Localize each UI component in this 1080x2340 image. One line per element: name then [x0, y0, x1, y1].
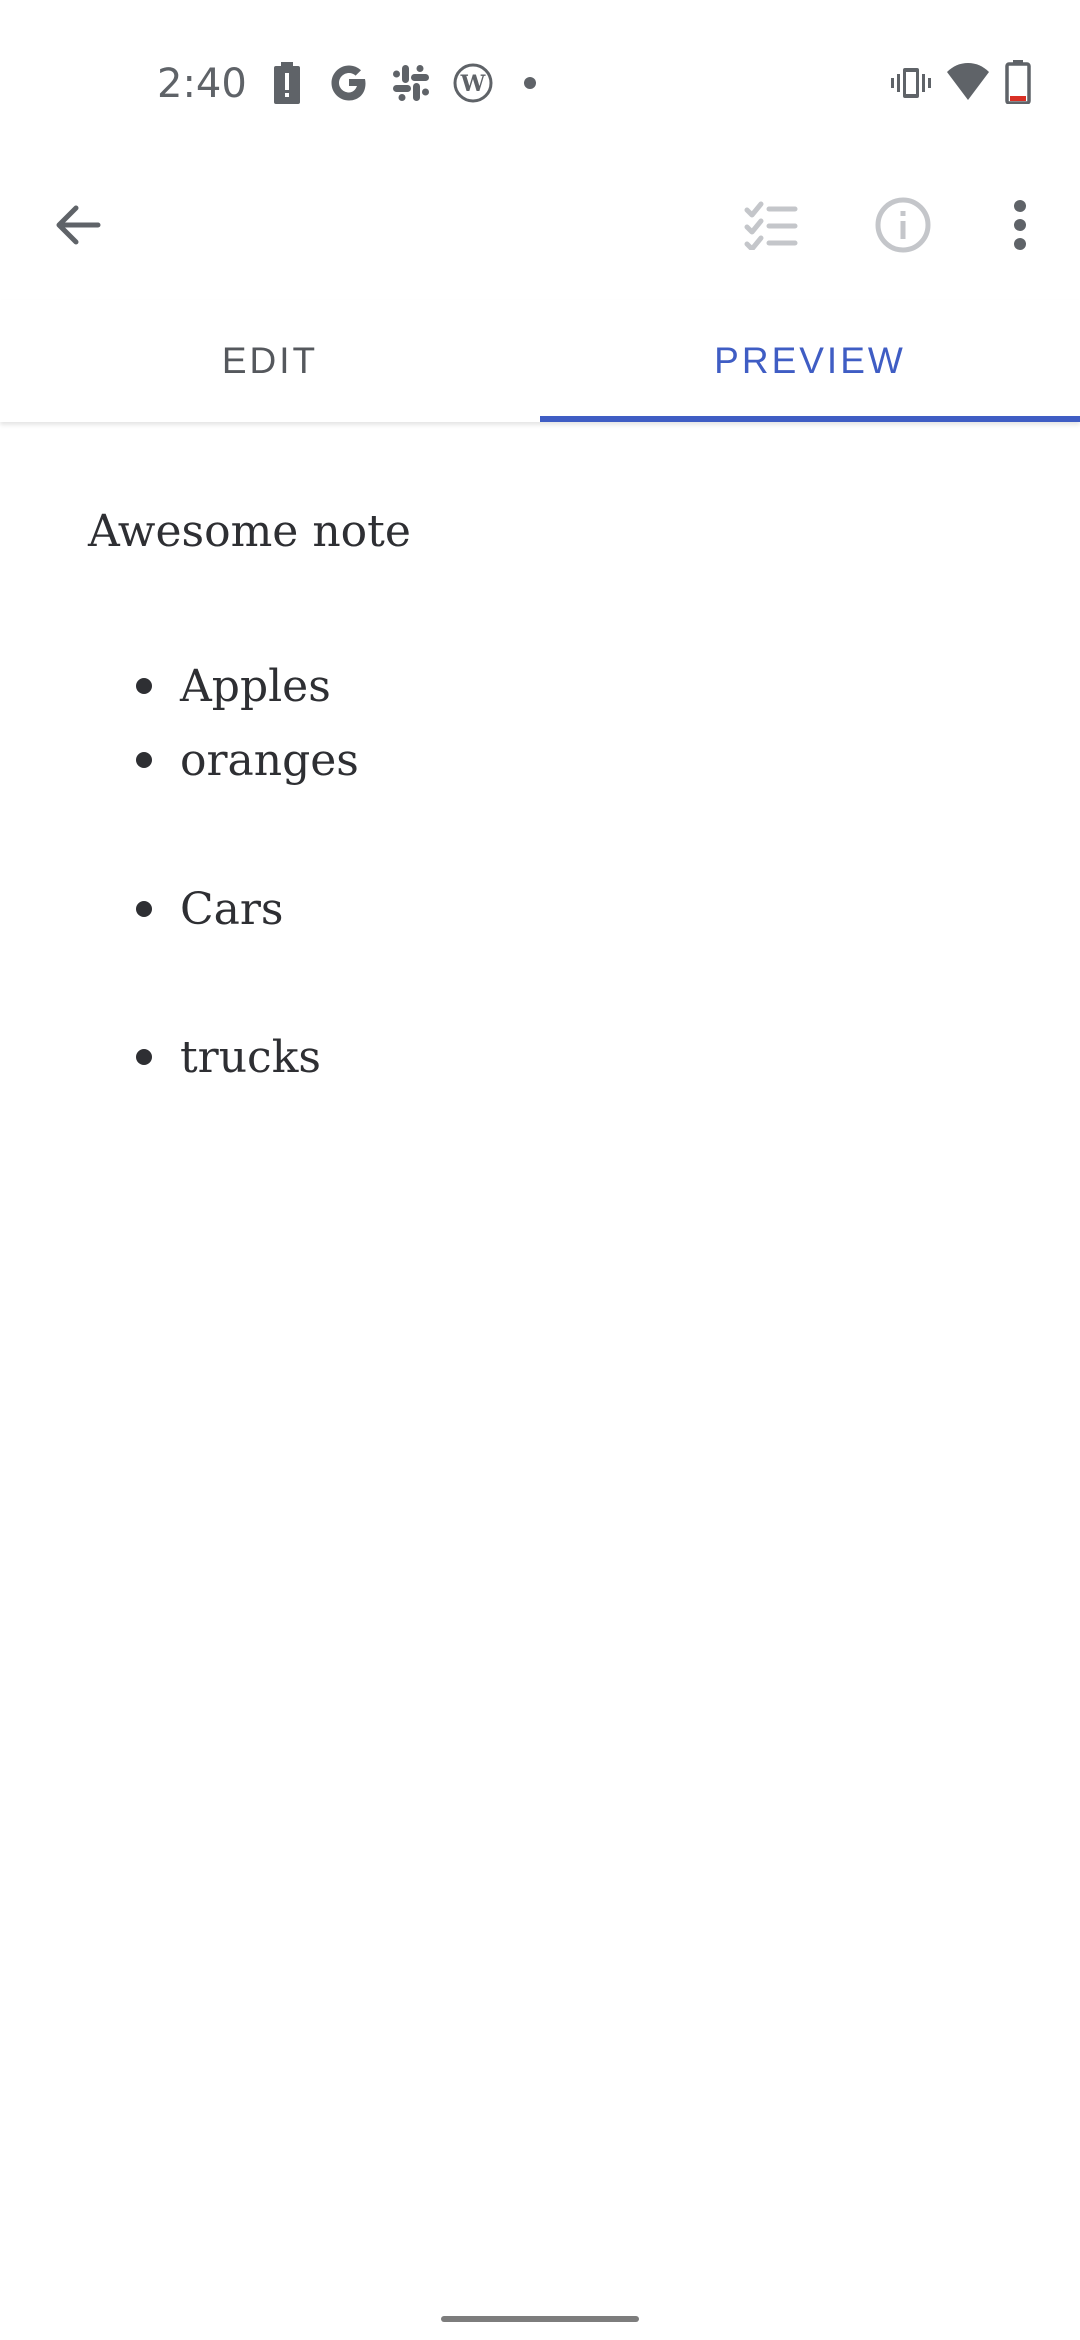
- tab-preview[interactable]: PREVIEW: [540, 300, 1080, 422]
- google-icon: [331, 65, 366, 101]
- arrow-left-icon: [56, 205, 101, 245]
- tab-edit[interactable]: EDIT: [0, 300, 540, 422]
- status-time: 2:40: [157, 61, 247, 107]
- list-item: Apples: [136, 656, 331, 716]
- list-item-text: oranges: [180, 734, 359, 786]
- bullet-icon: [136, 752, 152, 768]
- checklist-icon: [744, 201, 798, 250]
- info-button[interactable]: [863, 185, 943, 265]
- svg-text:W: W: [460, 71, 486, 97]
- home-gesture-bar[interactable]: [441, 2316, 639, 2322]
- battery-icon: [1005, 60, 1031, 104]
- list-item-text: Cars: [180, 883, 284, 935]
- wordpress-icon: W: [453, 63, 493, 103]
- bullet-icon: [136, 678, 152, 694]
- bullet-icon: [136, 901, 152, 917]
- more-vert-icon: [1014, 200, 1026, 250]
- battery-alert-icon: [274, 62, 300, 104]
- tab-selected-indicator: [540, 416, 1080, 422]
- list-item-text: Apples: [180, 660, 331, 712]
- checklist-button[interactable]: [731, 185, 811, 265]
- list-item-text: trucks: [180, 1031, 321, 1083]
- status-bar: 2:40 W: [0, 0, 1080, 165]
- notification-dot-icon: [524, 77, 536, 89]
- list-item: trucks: [136, 1027, 321, 1087]
- info-icon: [875, 197, 931, 253]
- tab-bar: EDIT PREVIEW: [0, 300, 1080, 422]
- back-button[interactable]: [37, 185, 117, 265]
- list-item: oranges: [136, 730, 359, 790]
- slack-icon: [393, 65, 429, 101]
- more-options-button[interactable]: [980, 185, 1060, 265]
- vibrate-icon: [891, 68, 931, 98]
- list-item: Cars: [136, 879, 284, 939]
- note-title: Awesome note: [88, 506, 411, 557]
- bullet-icon: [136, 1049, 152, 1065]
- wifi-icon: [947, 63, 989, 100]
